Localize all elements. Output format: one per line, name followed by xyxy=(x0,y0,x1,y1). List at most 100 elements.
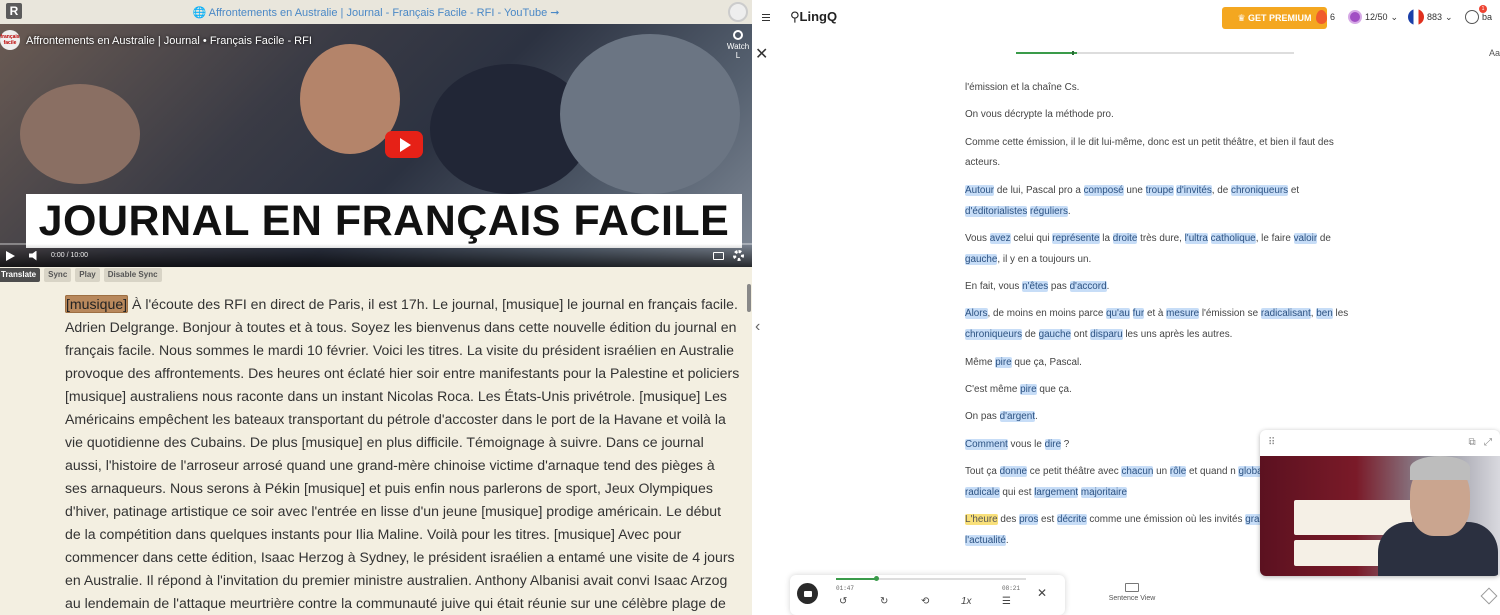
audio-progress-handle[interactable] xyxy=(874,576,880,581)
lingq-word[interactable]: rôle xyxy=(1169,466,1187,478)
plain-text[interactable]: Même xyxy=(965,357,995,368)
forward-icon[interactable]: ↻ xyxy=(880,596,888,607)
lingq-word[interactable]: valoir xyxy=(1293,232,1318,244)
lingq-word[interactable]: composé xyxy=(1083,184,1124,196)
plain-text[interactable]: . xyxy=(1068,206,1071,217)
transcript-scrollbar[interactable] xyxy=(747,284,751,312)
plain-text[interactable]: , le faire xyxy=(1256,233,1294,244)
lingq-word[interactable]: qu'au xyxy=(1106,308,1130,320)
play-icon[interactable] xyxy=(6,250,15,261)
lingq-word[interactable]: chroniqueurs xyxy=(965,329,1023,341)
plain-text[interactable]: . xyxy=(1035,411,1038,422)
plain-text[interactable]: Tout ça xyxy=(965,466,1000,477)
lingq-word[interactable]: ben xyxy=(1316,308,1333,320)
channel-logo[interactable]: français facile xyxy=(0,30,20,50)
plain-text[interactable]: En fait, vous xyxy=(965,281,1022,292)
plain-text[interactable]: Comme cette émission, il le dit lui-même… xyxy=(965,137,1334,169)
plain-text[interactable]: l'émission se xyxy=(1199,308,1261,319)
speed-button[interactable]: 1x xyxy=(961,596,972,607)
plain-text[interactable]: de xyxy=(1317,233,1331,244)
language-selector[interactable]: 883 ⌄ xyxy=(1408,9,1453,25)
lingq-word[interactable]: pire xyxy=(1020,383,1037,395)
plain-text[interactable]: ont xyxy=(1071,329,1090,340)
lingq-word[interactable]: gauche xyxy=(1038,329,1071,341)
coins-counter[interactable]: 12/50 ⌄ xyxy=(1348,10,1398,24)
lingq-word[interactable]: d'accord xyxy=(1069,281,1107,293)
plain-text[interactable]: et quand n xyxy=(1186,466,1238,477)
translate-button[interactable]: Translate xyxy=(0,268,41,282)
get-premium-button[interactable]: ♛ GET PREMIUM xyxy=(1222,7,1327,29)
plain-text[interactable]: une xyxy=(1124,185,1146,196)
plain-text[interactable]: les xyxy=(1333,308,1349,319)
plain-text[interactable]: On vous décrypte la méthode pro. xyxy=(965,109,1114,120)
sentence-view-button[interactable]: Sentence View xyxy=(1100,583,1164,602)
streak-counter[interactable]: 6 xyxy=(1316,10,1335,24)
drag-handle-icon[interactable]: ⠿ xyxy=(1268,437,1275,448)
current-word-highlight[interactable]: [musique] xyxy=(65,295,129,313)
lingq-word[interactable]: chacun xyxy=(1121,466,1154,478)
video-player[interactable]: français facile Affrontements en Austral… xyxy=(0,24,752,267)
loop-icon[interactable]: ⟲ xyxy=(921,596,929,607)
lingq-word[interactable]: dire xyxy=(1044,438,1062,450)
plain-text[interactable]: qui est xyxy=(1000,487,1035,498)
mini-video-player[interactable]: ⠿ ⧉ ⤢ xyxy=(1260,430,1500,576)
subtitles-icon[interactable] xyxy=(713,252,724,260)
lingq-word[interactable]: l'ultra xyxy=(1184,232,1208,244)
plain-text[interactable]: C'est même xyxy=(965,384,1020,395)
lingq-word[interactable]: pros xyxy=(1019,514,1039,526)
plain-text[interactable]: . xyxy=(1006,535,1009,546)
lingq-word[interactable]: d'argent xyxy=(999,411,1035,423)
lingq-word[interactable]: radicalisant xyxy=(1260,308,1311,320)
lingq-word[interactable]: décrite xyxy=(1056,514,1087,526)
lingq-word[interactable]: Comment xyxy=(965,438,1008,450)
lingq-word[interactable]: droite xyxy=(1112,232,1138,244)
plain-text[interactable]: , de xyxy=(1212,185,1231,196)
plain-text[interactable]: que ça, Pascal. xyxy=(1012,357,1082,368)
user-menu[interactable]: ba xyxy=(1465,10,1492,24)
volume-icon[interactable] xyxy=(29,250,37,261)
lingq-word[interactable]: disparu xyxy=(1090,329,1123,341)
diamond-icon[interactable] xyxy=(1480,587,1498,605)
lingq-word[interactable]: fur xyxy=(1132,308,1145,320)
plain-text[interactable]: très dure, xyxy=(1137,233,1184,244)
playlist-icon[interactable]: ☰ xyxy=(1002,596,1011,607)
play-button[interactable]: Play xyxy=(75,268,100,282)
plain-text[interactable]: vous le xyxy=(1008,439,1045,450)
video-page-link[interactable]: 🌐 Affrontements en Australie | Journal -… xyxy=(193,6,560,19)
lingq-word[interactable]: troupe xyxy=(1145,184,1174,196)
plain-text[interactable]: ? xyxy=(1061,439,1070,450)
lingq-word[interactable]: d'invités xyxy=(1176,184,1212,196)
lingq-word[interactable]: Alors xyxy=(965,308,988,320)
lingq-word[interactable]: n'êtes xyxy=(1022,281,1049,293)
plain-text[interactable]: les uns après les autres. xyxy=(1123,329,1232,340)
youtube-play-button[interactable] xyxy=(797,583,818,604)
lingq-word[interactable]: majoritaire xyxy=(1080,486,1127,498)
plain-text[interactable]: et à xyxy=(1144,308,1166,319)
lingq-word[interactable]: donne xyxy=(999,466,1028,478)
pip-icon[interactable]: ⧉ xyxy=(1469,437,1476,448)
plain-text[interactable]: de xyxy=(1022,329,1038,340)
audio-progress-bar[interactable] xyxy=(836,576,1026,581)
plain-text[interactable]: et xyxy=(1288,185,1299,196)
r-button[interactable]: R xyxy=(6,3,22,19)
lingq-word[interactable]: avez xyxy=(989,232,1011,244)
lingq-word[interactable]: largement xyxy=(1034,486,1079,498)
plain-text[interactable]: un xyxy=(1153,466,1169,477)
plain-text[interactable]: On pas xyxy=(965,411,1000,422)
lingq-word[interactable]: Autour xyxy=(965,184,995,196)
plain-text[interactable]: que ça. xyxy=(1037,384,1071,395)
plain-text[interactable]: l'émission et la chaîne Cs. xyxy=(965,82,1079,93)
disable-sync-button[interactable]: Disable Sync xyxy=(103,268,162,282)
watch-later-button[interactable]: Watch L xyxy=(724,30,752,60)
lingq-word[interactable]: catholique xyxy=(1210,232,1256,244)
plain-text[interactable]: Vous xyxy=(965,233,990,244)
menu-icon[interactable] xyxy=(762,14,770,21)
expand-icon[interactable]: ⤢ xyxy=(1484,437,1492,448)
video-title[interactable]: Affrontements en Australie | Journal • F… xyxy=(26,35,312,47)
lingq-word[interactable]: gauche xyxy=(965,253,998,265)
lingq-word[interactable]: l'actualité xyxy=(965,534,1006,546)
plain-text[interactable]: comme une émission où les invités xyxy=(1087,514,1246,525)
plain-text[interactable]: est xyxy=(1038,514,1057,525)
lingq-word[interactable]: d'éditorialistes xyxy=(965,205,1028,217)
lingq-word[interactable]: pire xyxy=(995,356,1012,368)
